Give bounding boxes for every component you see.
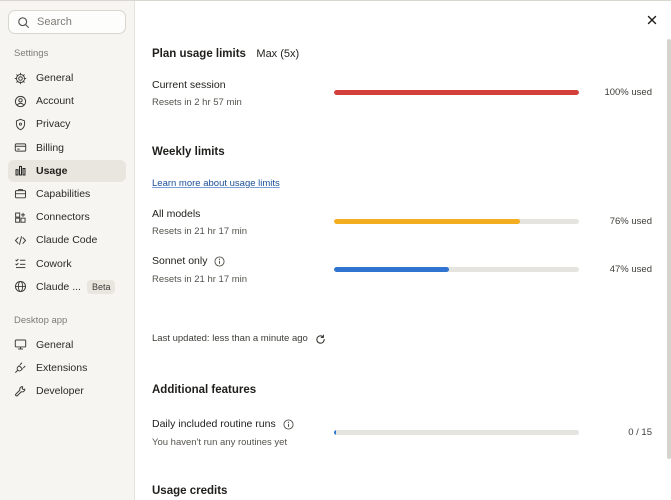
info-icon[interactable] bbox=[283, 419, 294, 430]
sidebar: Settings General Account Privacy Billing… bbox=[0, 1, 135, 500]
sidebar-item-connectors[interactable]: Connectors bbox=[8, 206, 126, 228]
user-circle-icon bbox=[14, 95, 27, 107]
info-icon[interactable] bbox=[214, 256, 225, 267]
routine-bar-fill bbox=[334, 430, 337, 435]
current-session-label: Current session bbox=[152, 79, 226, 91]
sidebar-item-privacy[interactable]: Privacy bbox=[8, 113, 126, 135]
sidebar-item-label: Cowork bbox=[36, 257, 72, 270]
settings-section-label: Settings bbox=[14, 48, 49, 59]
plug-icon bbox=[15, 362, 26, 374]
search-box[interactable] bbox=[8, 10, 126, 34]
sidebar-item-label: Claude ... bbox=[36, 280, 81, 293]
last-updated-text: Last updated: less than a minute ago bbox=[152, 333, 308, 344]
learn-more-link[interactable]: Learn more about usage limits bbox=[152, 178, 280, 189]
monitor-icon bbox=[14, 339, 27, 350]
sonnet-reset: Resets in 21 hr 17 min bbox=[152, 274, 248, 285]
sidebar-item-label: Extensions bbox=[36, 361, 88, 374]
briefcase-icon bbox=[14, 189, 27, 199]
current-session-bar bbox=[334, 90, 579, 95]
routine-bar bbox=[334, 430, 579, 435]
sidebar-item-extensions[interactable]: Extensions bbox=[8, 357, 126, 379]
sonnet-bar-fill bbox=[334, 267, 450, 272]
all-models-bar bbox=[334, 219, 579, 224]
current-session-percent: 100% used bbox=[604, 87, 652, 98]
credit-card-icon bbox=[14, 143, 27, 152]
close-icon[interactable] bbox=[645, 13, 659, 27]
sonnet-bar bbox=[334, 267, 579, 272]
scrollbar[interactable] bbox=[667, 39, 671, 459]
sidebar-item-account[interactable]: Account bbox=[8, 90, 126, 112]
globe-icon bbox=[14, 281, 27, 293]
all-models-reset: Resets in 21 hr 17 min bbox=[152, 226, 248, 237]
routine-label: Daily included routine runs bbox=[152, 418, 276, 430]
sidebar-item-usage[interactable]: Usage bbox=[8, 159, 126, 182]
sidebar-item-developer[interactable]: Developer bbox=[8, 380, 126, 402]
bar-chart-icon bbox=[15, 166, 26, 176]
sidebar-item-label: General bbox=[36, 72, 74, 84]
beta-badge: Beta bbox=[86, 279, 116, 294]
connectors-icon bbox=[15, 212, 26, 223]
current-session-reset: Resets in 2 hr 57 min bbox=[152, 97, 242, 108]
desktop-section-label: Desktop app bbox=[14, 314, 68, 326]
sidebar-item-desktop-general[interactable]: General bbox=[8, 334, 126, 356]
code-icon bbox=[14, 235, 27, 245]
sidebar-item-label: General bbox=[36, 338, 74, 351]
sidebar-item-label: Account bbox=[36, 95, 74, 108]
refresh-icon[interactable] bbox=[315, 334, 326, 345]
all-models-percent: 76% used bbox=[609, 216, 652, 227]
sidebar-item-general[interactable]: General bbox=[8, 67, 126, 89]
sidebar-item-claude-code[interactable]: Claude Code bbox=[8, 229, 126, 251]
credits-title: Usage credits bbox=[152, 485, 228, 497]
plan-title: Plan usage limits bbox=[152, 48, 246, 60]
routine-count: 0 / 15 bbox=[628, 427, 652, 438]
sidebar-item-capabilities[interactable]: Capabilities bbox=[8, 183, 126, 205]
plan-tier: Max (5x) bbox=[256, 48, 300, 60]
all-models-bar-fill bbox=[334, 219, 521, 224]
search-input[interactable] bbox=[37, 16, 117, 28]
sidebar-item-label: Connectors bbox=[36, 211, 90, 224]
wrench-icon bbox=[15, 385, 26, 397]
sidebar-item-label: Privacy bbox=[36, 118, 71, 131]
shield-icon bbox=[15, 118, 26, 131]
sidebar-item-claude-browser[interactable]: Claude ... Beta bbox=[8, 276, 126, 298]
plan-heading: Plan usage limits Max (5x) bbox=[152, 44, 299, 62]
sonnet-percent: 47% used bbox=[609, 264, 652, 275]
sidebar-item-label: Usage bbox=[36, 164, 68, 177]
settings-window: Settings General Account Privacy Billing… bbox=[0, 0, 671, 500]
sidebar-item-billing[interactable]: Billing bbox=[8, 137, 126, 159]
sidebar-item-cowork[interactable]: Cowork bbox=[8, 253, 126, 275]
last-updated-row: Last updated: less than a minute ago bbox=[152, 333, 308, 344]
routine-row-heading: Daily included routine runs bbox=[152, 418, 294, 430]
sonnet-label: Sonnet only bbox=[152, 255, 208, 267]
all-models-label: All models bbox=[152, 208, 201, 220]
routine-sub: You haven't run any routines yet bbox=[152, 437, 288, 448]
sidebar-item-label: Claude Code bbox=[36, 234, 98, 247]
sidebar-item-label: Developer bbox=[36, 385, 84, 398]
weekly-title: Weekly limits bbox=[152, 146, 225, 158]
search-icon bbox=[18, 16, 29, 28]
sidebar-item-label: Billing bbox=[36, 141, 65, 154]
usage-panel: Plan usage limits Max (5x) Current sessi… bbox=[135, 1, 671, 500]
sonnet-row-heading: Sonnet only bbox=[152, 255, 225, 267]
additional-title: Additional features bbox=[152, 384, 257, 396]
sidebar-item-label: Capabilities bbox=[36, 187, 91, 200]
gear-icon bbox=[14, 72, 27, 84]
checklist-icon bbox=[15, 258, 26, 269]
current-session-bar-fill bbox=[334, 90, 579, 95]
